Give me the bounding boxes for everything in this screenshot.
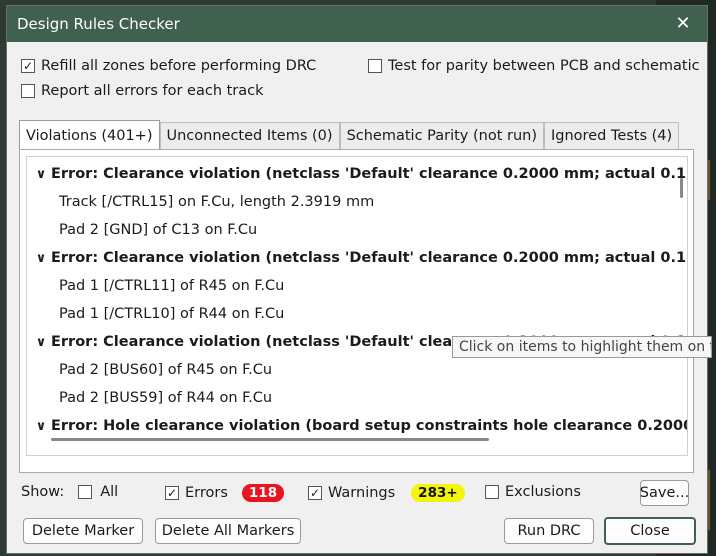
tab-schematic-parity[interactable]: Schematic Parity (not run) — [339, 122, 545, 149]
warnings-filter[interactable]: ✓ Warnings 283+ — [308, 484, 465, 502]
report-all-errors-checkbox[interactable] — [21, 84, 35, 98]
test-parity-option[interactable]: Test for parity between PCB and schemati… — [368, 58, 700, 74]
violation-item-text: Pad 1 [/CTRL11] of R45 on F.Cu — [59, 278, 285, 294]
violation-item-text: Pad 1 [/CTRL10] of R44 on F.Cu — [59, 306, 285, 322]
check-icon: ✓ — [22, 59, 34, 73]
violations-panel: ∨ Error: Clearance violation (netclass 'D… — [19, 149, 694, 473]
violation-item-text: Pad 2 [BUS60] of R45 on F.Cu — [59, 362, 273, 378]
chevron-down-icon[interactable]: ∨ — [31, 419, 51, 434]
check-icon: ✓ — [166, 486, 178, 500]
chevron-down-icon[interactable]: ∨ — [31, 251, 51, 266]
report-all-errors-label: Report all errors for each track — [41, 83, 264, 99]
refill-zones-checkbox[interactable]: ✓ — [21, 59, 35, 73]
window-title: Design Rules Checker — [17, 15, 180, 33]
run-drc-button[interactable]: Run DRC — [504, 518, 594, 544]
show-label: Show: — [21, 484, 65, 500]
tab-unconnected-items[interactable]: Unconnected Items (0) — [159, 122, 340, 149]
close-button[interactable]: Close — [604, 517, 696, 545]
chevron-down-icon[interactable]: ∨ — [31, 167, 51, 182]
show-all-checkbox[interactable] — [78, 485, 93, 499]
violation-item-text: Pad 2 [BUS59] of R44 on F.Cu — [59, 390, 273, 406]
list-item[interactable]: Track [/CTRL15] on F.Cu, length 2.3919 m… — [59, 188, 374, 216]
titlebar: Design Rules Checker ✕ — [7, 6, 707, 42]
violation-item-text: Pad 2 [GND] of C13 on F.Cu — [59, 222, 258, 238]
errors-count-badge: 118 — [241, 484, 285, 502]
test-parity-label: Test for parity between PCB and schemati… — [388, 58, 700, 74]
list-item[interactable]: ∨ Error: Hole clearance violation (board … — [31, 412, 688, 440]
tab-ignored-tests[interactable]: Ignored Tests (4) — [544, 122, 680, 149]
violation-item-text: Track [/CTRL15] on F.Cu, length 2.3919 m… — [59, 194, 375, 210]
errors-label: Errors — [185, 485, 228, 501]
delete-all-markers-button[interactable]: Delete All Markers — [155, 518, 301, 544]
show-all-label: All — [100, 484, 119, 500]
vertical-scrollbar[interactable] — [680, 178, 683, 198]
chevron-down-icon[interactable]: ∨ — [31, 335, 51, 350]
errors-filter[interactable]: ✓ Errors 118 — [165, 484, 285, 502]
close-icon[interactable]: ✕ — [671, 15, 695, 33]
list-item[interactable]: ∨ Error: Clearance violation (netclass 'D… — [31, 244, 688, 272]
warnings-label: Warnings — [328, 485, 396, 501]
warnings-count-badge: 283+ — [411, 484, 465, 502]
warnings-checkbox[interactable]: ✓ — [308, 486, 322, 500]
drc-dialog: Design Rules Checker ✕ ✓ Refill all zone… — [6, 5, 708, 554]
refill-zones-label: Refill all zones before performing DRC — [41, 58, 317, 74]
list-item[interactable]: Pad 2 [BUS60] of R45 on F.Cu — [59, 356, 272, 384]
exclusions-checkbox[interactable] — [485, 485, 499, 499]
list-item[interactable]: Pad 1 [/CTRL11] of R45 on F.Cu — [59, 272, 284, 300]
tooltip: Click on items to highlight them on the — [452, 336, 712, 358]
exclusions-filter[interactable]: Exclusions — [485, 484, 581, 500]
list-item[interactable]: ∨ Error: Clearance violation (netclass 'D… — [31, 160, 688, 188]
errors-checkbox[interactable]: ✓ — [165, 486, 179, 500]
list-item[interactable]: Pad 2 [GND] of C13 on F.Cu — [59, 216, 257, 244]
refill-zones-option[interactable]: ✓ Refill all zones before performing DRC — [21, 58, 316, 74]
list-item[interactable]: Pad 2 [BUS59] of R44 on F.Cu — [59, 384, 272, 412]
violation-error-text: Error: Hole clearance violation (board s… — [51, 418, 688, 434]
list-item[interactable]: Pad 1 [/CTRL10] of R44 on F.Cu — [59, 300, 284, 328]
exclusions-label: Exclusions — [505, 484, 581, 500]
test-parity-checkbox[interactable] — [368, 59, 382, 73]
delete-marker-button[interactable]: Delete Marker — [23, 518, 143, 544]
tab-violations[interactable]: Violations (401+) — [19, 120, 160, 150]
show-filter-bar: Show: All — [21, 484, 118, 500]
report-all-errors-option[interactable]: Report all errors for each track — [21, 83, 264, 99]
save-button[interactable]: Save... — [640, 480, 689, 506]
violations-list[interactable]: ∨ Error: Clearance violation (netclass 'D… — [26, 156, 688, 456]
check-icon: ✓ — [309, 486, 321, 500]
tab-bar: Violations (401+) Unconnected Items (0) … — [19, 120, 680, 150]
violation-error-text: Error: Clearance violation (netclass 'De… — [51, 166, 688, 182]
violation-error-text: Error: Clearance violation (netclass 'De… — [51, 250, 688, 266]
horizontal-scrollbar[interactable] — [51, 438, 489, 441]
